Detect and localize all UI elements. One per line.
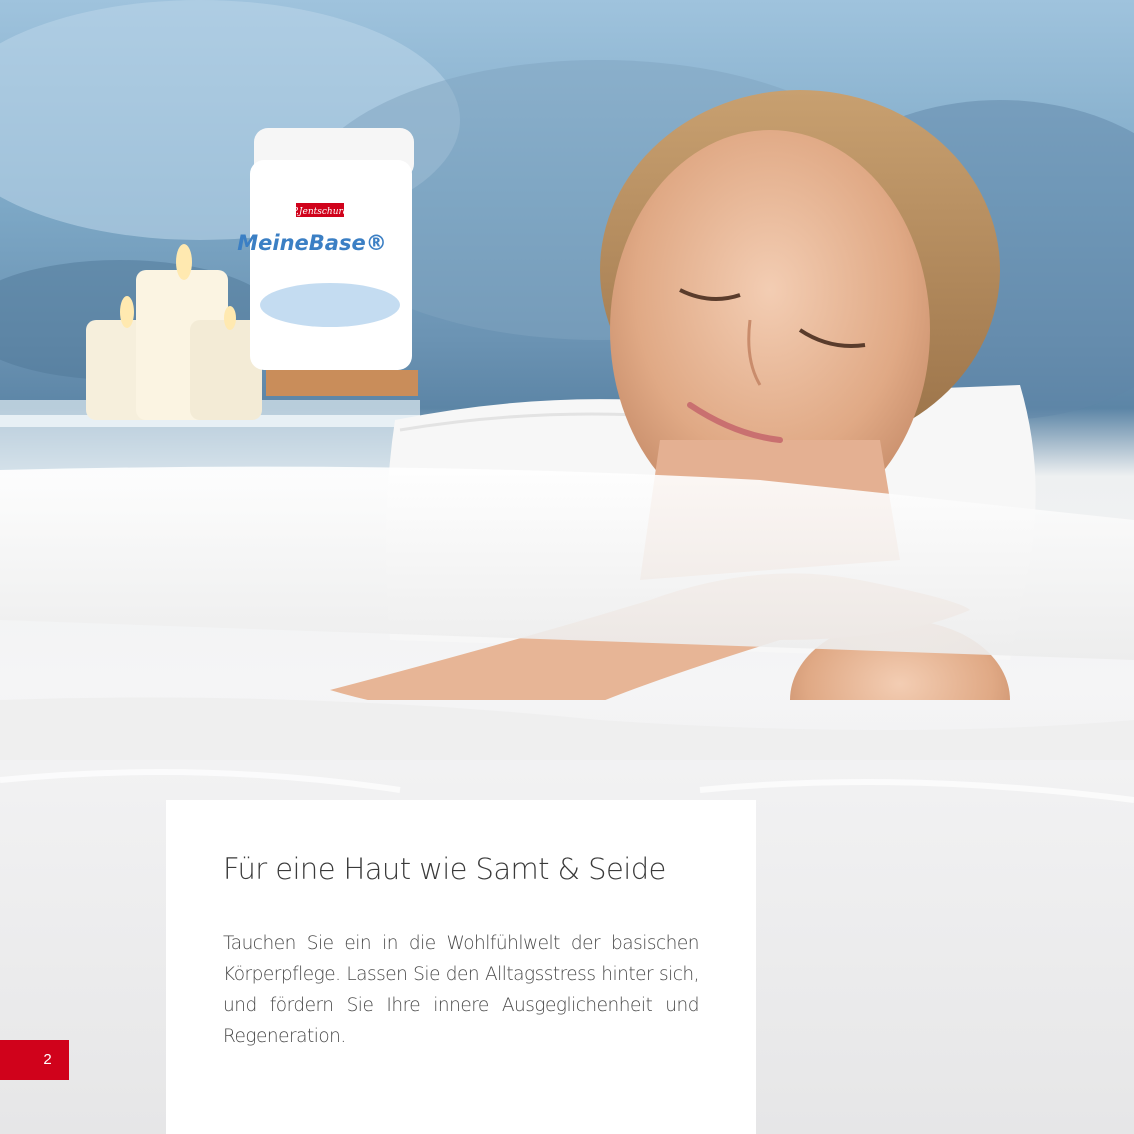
page-number-badge: 2 [0, 1040, 69, 1080]
product-jar: P.Jentschura MeineBase® [237, 128, 418, 396]
product-brand: P.Jentschura [291, 207, 348, 217]
card-heading: Für eine Haut wie Samt & Seide [223, 852, 666, 886]
product-name: MeineBase® [237, 231, 386, 255]
card-paragraph: Tauchen Sie ein in die Wohlfühlwelt der … [223, 933, 700, 1047]
brochure-page: P.Jentschura MeineBase® Für eine Haut wi… [0, 0, 1134, 1134]
text-card: Für eine Haut wie Samt & Seide Tauchen S… [166, 800, 756, 1134]
